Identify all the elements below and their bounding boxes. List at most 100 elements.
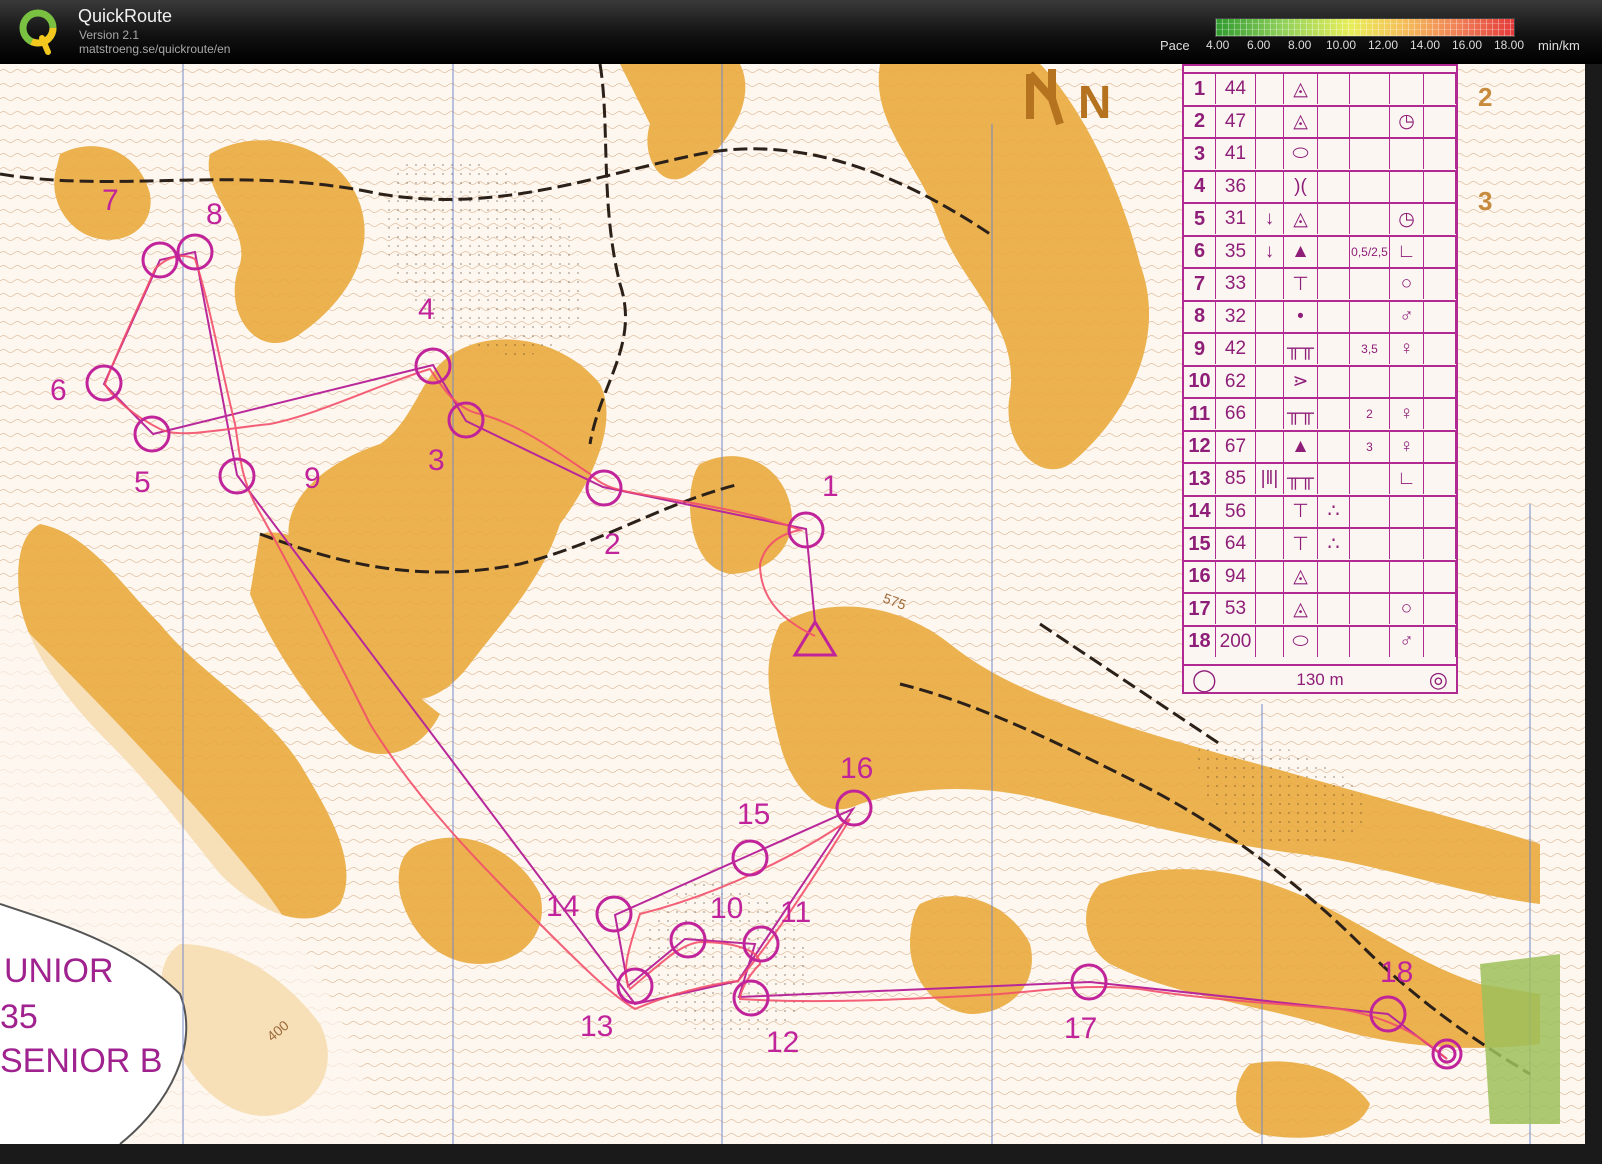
description-row: 7 33 ⊤ ○ xyxy=(1184,267,1456,299)
description-cell-num: 14 xyxy=(1184,496,1216,527)
description-cell-empty xyxy=(1424,269,1456,299)
control-number-5: 5 xyxy=(134,466,151,499)
app-version: Version 2.1 xyxy=(79,28,140,42)
description-cell-col3: |‖| xyxy=(1256,464,1284,494)
description-cell-code: 35 xyxy=(1216,236,1256,267)
description-row: 14 56 ⊤ ∴ xyxy=(1184,494,1456,527)
description-row: 3 41 ⬭ xyxy=(1184,137,1456,169)
description-row: 9 42 ╥╥ 3,5 ♀ xyxy=(1184,332,1456,364)
description-footer: ◯ 130 m ◎ xyxy=(1184,664,1456,694)
description-cell-col7: ♀ xyxy=(1390,431,1424,462)
description-cell-num: 3 xyxy=(1184,139,1216,169)
description-cell-dim: 0,5/2,5 xyxy=(1350,236,1390,267)
description-cell-dim: 3 xyxy=(1350,431,1390,462)
description-cell-code: 200 xyxy=(1216,626,1256,657)
description-cell-num: 17 xyxy=(1184,594,1216,624)
description-cell-col5 xyxy=(1318,366,1350,397)
description-cell-col3 xyxy=(1256,269,1284,299)
description-cell-dim xyxy=(1350,139,1390,169)
description-cell-code: 53 xyxy=(1216,594,1256,624)
pace-tick: 6.00 xyxy=(1247,38,1271,52)
description-cell-code: 33 xyxy=(1216,269,1256,299)
description-cell-dim xyxy=(1350,594,1390,624)
description-cell-num: 12 xyxy=(1184,431,1216,462)
description-cell-empty xyxy=(1424,301,1456,332)
description-cell-empty xyxy=(1424,366,1456,397)
class-label-1: UNIOR xyxy=(4,952,114,990)
map-edge-bottom xyxy=(0,1144,1602,1164)
description-cell-feature: ◬ xyxy=(1284,106,1318,137)
description-cell-feature: ╥╥ xyxy=(1284,464,1318,494)
description-cell-col5 xyxy=(1318,236,1350,267)
description-cell-feature: ⊤ xyxy=(1284,529,1318,559)
description-cell-empty xyxy=(1424,496,1456,527)
description-cell-col7: ♀ xyxy=(1390,399,1424,429)
description-cell-feature: • xyxy=(1284,301,1318,332)
description-cell-col7 xyxy=(1390,496,1424,527)
description-cell-col7: ♂ xyxy=(1390,626,1424,657)
description-cell-col5 xyxy=(1318,171,1350,202)
description-cell-dim xyxy=(1350,204,1390,234)
description-cell-col7: ◷ xyxy=(1390,204,1424,234)
description-cell-empty xyxy=(1424,594,1456,624)
pace-tick: 10.00 xyxy=(1326,38,1357,52)
description-cell-col7: ♂ xyxy=(1390,301,1424,332)
control-number-9: 9 xyxy=(304,462,321,495)
description-cell-col3 xyxy=(1256,431,1284,462)
control-description-sheet: 1 44 ◬ 2 47 ◬ ◷ 3 41 ⬭ 4 36)(5 31 ↓ ◬ ◷ 6 35 ↓ ▲ 0,5/2,5 ∟ 7 33… xyxy=(1182,64,1458,694)
control-number-7: 7 xyxy=(102,184,119,217)
description-row: 4 36)( xyxy=(1184,169,1456,202)
class-label-2: 35 xyxy=(0,998,38,1036)
description-cell-col5 xyxy=(1318,561,1350,592)
description-cell-col5 xyxy=(1318,334,1350,364)
description-cell-col7 xyxy=(1390,366,1424,397)
description-cell-code: 32 xyxy=(1216,301,1256,332)
description-cell-dim xyxy=(1350,561,1390,592)
description-cell-empty xyxy=(1424,74,1456,104)
map-edge xyxy=(1585,64,1602,1164)
description-row: 11 66 ╥╥ 2 ♀ xyxy=(1184,397,1456,429)
description-row: 2 47 ◬ ◷ xyxy=(1184,104,1456,137)
description-cell-feature: ▲ xyxy=(1284,431,1318,462)
start-symbol-icon: ◯ xyxy=(1192,667,1217,692)
description-cell-col5 xyxy=(1318,301,1350,332)
description-cell-dim: 2 xyxy=(1350,399,1390,429)
description-cell-code: 41 xyxy=(1216,139,1256,169)
description-cell-code: 36 xyxy=(1216,171,1256,202)
description-cell-feature: ◬ xyxy=(1284,561,1318,592)
description-cell-code: 31 xyxy=(1216,204,1256,234)
north-arrow-label: N xyxy=(1078,76,1111,128)
description-row: 13 85 |‖| ╥╥ ∟ xyxy=(1184,462,1456,494)
pace-tick: 8.00 xyxy=(1288,38,1312,52)
description-row: 15 64 ⊤ ∴ xyxy=(1184,527,1456,559)
pace-label: Pace xyxy=(1160,38,1190,53)
description-cell-col7: ∟ xyxy=(1390,236,1424,267)
description-row: 17 53 ◬ ○ xyxy=(1184,592,1456,624)
description-cell-col5 xyxy=(1318,594,1350,624)
side-number: 2 xyxy=(1478,82,1493,112)
description-cell-num: 7 xyxy=(1184,269,1216,299)
description-cell-code: 42 xyxy=(1216,334,1256,364)
description-cell-col3: ↓ xyxy=(1256,236,1284,267)
description-cell-col5 xyxy=(1318,269,1350,299)
description-cell-feature: ◬ xyxy=(1284,204,1318,234)
description-cell-dim xyxy=(1350,626,1390,657)
description-cell-col7: ∟ xyxy=(1390,464,1424,494)
description-cell-col3 xyxy=(1256,399,1284,429)
green-area xyxy=(1480,954,1560,1124)
description-cell-col3 xyxy=(1256,171,1284,202)
description-cell-empty xyxy=(1424,626,1456,657)
description-cell-num: 16 xyxy=(1184,561,1216,592)
control-number-17: 17 xyxy=(1064,1012,1097,1045)
pace-tick: 18.00 xyxy=(1494,38,1525,52)
description-cell-col5 xyxy=(1318,431,1350,462)
description-cell-col7 xyxy=(1390,139,1424,169)
description-cell-col5: ∴ xyxy=(1318,529,1350,559)
map-canvas[interactable]: 1 2 3 4 5 6 7 8 9 10 11 12 13 14 15 16 1… xyxy=(0,64,1602,1164)
description-cell-empty xyxy=(1424,171,1456,202)
description-cell-col7 xyxy=(1390,74,1424,104)
description-cell-feature: ╥╥ xyxy=(1284,334,1318,364)
description-cell-dim xyxy=(1350,106,1390,137)
description-cell-code: 66 xyxy=(1216,399,1256,429)
description-cell-dim xyxy=(1350,464,1390,494)
